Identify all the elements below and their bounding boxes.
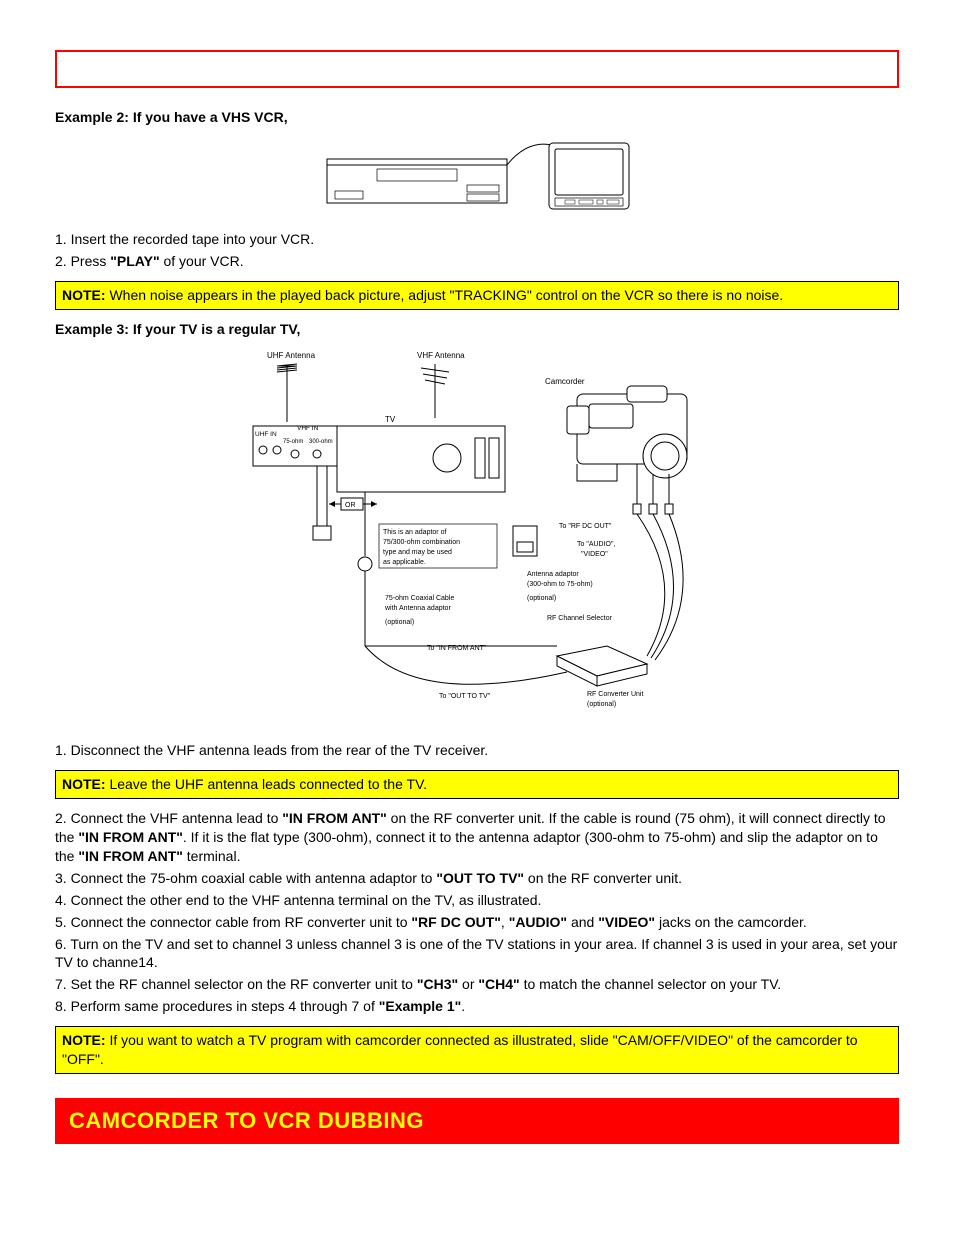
step-6: 6. Turn on the TV and set to channel 3 u… [55, 935, 899, 973]
example-2-step-1: 1. Insert the recorded tape into your VC… [55, 230, 899, 249]
label-to-rf-dc-out: To "RF DC OUT" [559, 523, 612, 530]
step-5: 5. Connect the connector cable from RF c… [55, 913, 899, 932]
text: . [461, 998, 465, 1014]
bold-out-to-tv: "OUT TO TV" [436, 870, 524, 886]
text: 7. Set the RF channel selector on the RF… [55, 976, 417, 992]
label-or: OR [345, 502, 356, 509]
step-2: 2. Connect the VHF antenna lead to "IN F… [55, 809, 899, 866]
document-page: Example 2: If you have a VHS VCR, 1. Ins… [0, 0, 954, 1204]
label-to-video: "VIDEO" [581, 551, 608, 558]
text: of your VCR. [160, 253, 244, 269]
bold-in-from-ant-1: "IN FROM ANT" [282, 810, 387, 826]
label-tv: TV [385, 415, 396, 424]
label-coax-2: with Antenna adaptor [384, 605, 451, 612]
bold-rf-dc-out: "RF DC OUT" [411, 914, 501, 930]
label-vhf-antenna: VHF Antenna [417, 351, 465, 360]
label-rf-selector: RF Channel Selector [547, 615, 613, 622]
text: and [567, 914, 598, 930]
label-adaptor-4: as applicable. [383, 559, 426, 566]
bold-video: "VIDEO" [598, 914, 655, 930]
note-uhf-leads: NOTE: Leave the UHF antenna leads connec… [55, 770, 899, 799]
label-adaptor-3: type and may be used [383, 549, 452, 556]
label-adaptor-1: This is an adaptor of [383, 529, 446, 536]
figure-rf-converter: UHF Antenna VHF Antenna Camcorder [55, 346, 899, 729]
example-3-step-1: 1. Disconnect the VHF antenna leads from… [55, 741, 899, 760]
text: on the RF converter unit. [524, 870, 682, 886]
example-3-heading: Example 3: If your TV is a regular TV, [55, 320, 899, 339]
label-300ohm: 300-ohm [309, 439, 333, 445]
text: 5. Connect the connector cable from RF c… [55, 914, 411, 930]
example-2-step-2: 2. Press "PLAY" of your VCR. [55, 252, 899, 271]
label-antenna-adaptor-1: Antenna adaptor [527, 571, 579, 578]
note-label: NOTE: [62, 1032, 106, 1048]
red-frame-top [55, 50, 899, 88]
label-to-audio: To "AUDIO", [577, 541, 615, 548]
bold-example-1: "Example 1" [379, 998, 462, 1014]
label-adaptor-2: 75/300-ohm combination [383, 539, 460, 546]
bold-in-from-ant-3: "IN FROM ANT" [78, 848, 183, 864]
note-text: When noise appears in the played back pi… [106, 287, 784, 303]
label-rf-conv-2: (optional) [587, 701, 616, 708]
label-optional-2: (optional) [385, 619, 414, 626]
label-to-in-from-ant: To "IN FROM ANT" [427, 645, 487, 652]
example-2-heading: Example 2: If you have a VHS VCR, [55, 108, 899, 127]
text: 3. Connect the 75-ohm coaxial cable with… [55, 870, 436, 886]
label-coax-1: 75-ohm Coaxial Cable [385, 595, 454, 602]
text: terminal. [183, 848, 241, 864]
step-3: 3. Connect the 75-ohm coaxial cable with… [55, 869, 899, 888]
note-tracking: NOTE: When noise appears in the played b… [55, 281, 899, 310]
note-text: Leave the UHF antenna leads connected to… [106, 776, 427, 792]
label-optional-1: (optional) [527, 595, 556, 602]
label-camcorder: Camcorder [545, 377, 585, 386]
label-to-out-to-tv: To "OUT TO TV" [439, 693, 491, 700]
label-vhf-in: VHF IN [297, 425, 319, 432]
bold-audio: "AUDIO" [509, 914, 567, 930]
play-label: "PLAY" [110, 253, 159, 269]
text: jacks on the camcorder. [655, 914, 807, 930]
step-8: 8. Perform same procedures in steps 4 th… [55, 997, 899, 1016]
rf-converter-drawing [557, 646, 647, 686]
text: 2. Press [55, 253, 110, 269]
bold-in-from-ant-2: "IN FROM ANT" [78, 829, 183, 845]
note-label: NOTE: [62, 287, 106, 303]
label-rf-conv-1: RF Converter Unit [587, 691, 643, 698]
note-cam-off-video: NOTE: If you want to watch a TV program … [55, 1026, 899, 1074]
step-4: 4. Connect the other end to the VHF ante… [55, 891, 899, 910]
bold-ch4: "CH4" [478, 976, 519, 992]
figure-vcr-tv [55, 135, 899, 218]
label-uhf-antenna: UHF Antenna [267, 351, 316, 360]
label-uhf-in: UHF IN [255, 431, 277, 438]
label-75ohm: 75-ohm [283, 439, 303, 445]
text: to match the channel selector on your TV… [520, 976, 782, 992]
bold-ch3: "CH3" [417, 976, 458, 992]
section-banner-dubbing: CAMCORDER TO VCR DUBBING [55, 1098, 899, 1144]
text: 2. Connect the VHF antenna lead to [55, 810, 282, 826]
step-7: 7. Set the RF channel selector on the RF… [55, 975, 899, 994]
camcorder-drawing [567, 386, 687, 481]
note-text: If you want to watch a TV program with c… [62, 1032, 858, 1067]
note-label: NOTE: [62, 776, 106, 792]
text: , [501, 914, 509, 930]
text: or [458, 976, 478, 992]
text: 8. Perform same procedures in steps 4 th… [55, 998, 379, 1014]
label-antenna-adaptor-2: (300-ohm to 75-ohm) [527, 581, 593, 588]
